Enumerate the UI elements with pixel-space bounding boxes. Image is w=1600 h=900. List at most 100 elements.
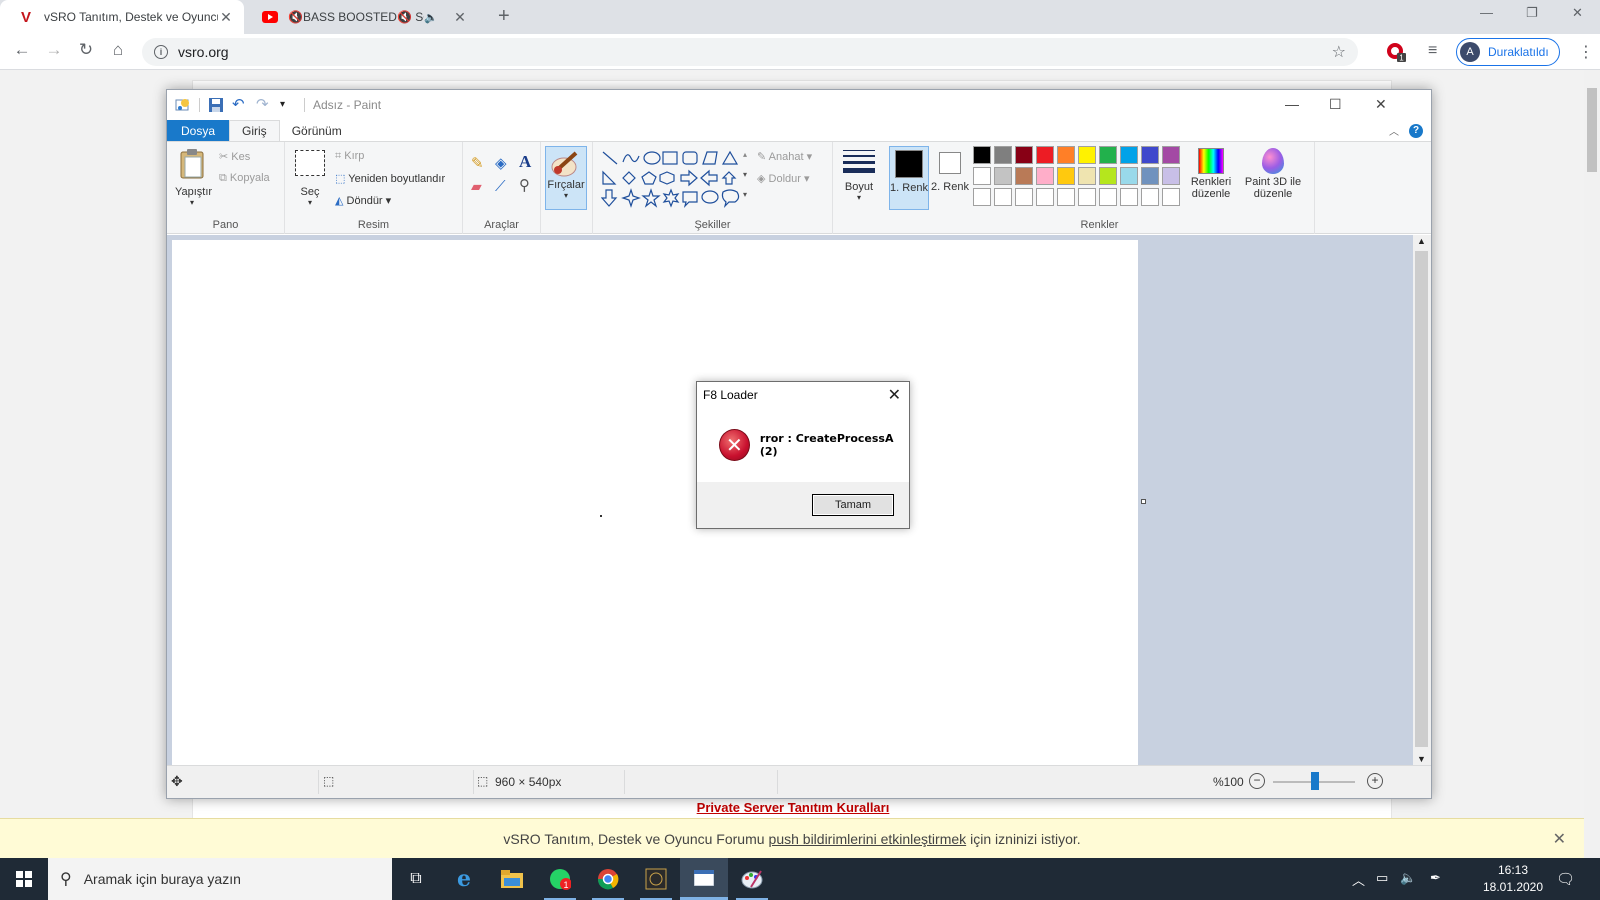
undo-icon[interactable]: ↶ <box>232 97 248 113</box>
new-tab-button[interactable]: + <box>498 6 510 26</box>
save-icon[interactable] <box>208 97 224 113</box>
custom-color-slot[interactable] <box>1141 188 1159 206</box>
game-launcher-icon[interactable] <box>632 858 680 900</box>
ok-button[interactable]: Tamam <box>812 494 894 516</box>
crop-button[interactable]: ⌗ Kırp <box>335 150 364 163</box>
network-icon[interactable]: ▭ <box>1376 870 1388 886</box>
maximize-icon[interactable]: ☐ <box>1329 96 1342 113</box>
bookmark-star-icon[interactable]: ☆ <box>1332 42 1346 62</box>
whatsapp-icon[interactable]: 1 <box>536 858 584 900</box>
notification-link[interactable]: push bildirimlerini etkinleştirmek <box>769 831 967 847</box>
chrome-icon[interactable] <box>584 858 632 900</box>
color-swatch[interactable] <box>1015 167 1033 185</box>
redo-icon[interactable]: ↷ <box>256 97 272 113</box>
resize-handle[interactable] <box>1141 499 1146 504</box>
shapes-gallery[interactable] <box>601 150 749 208</box>
color-swatch[interactable] <box>1141 167 1159 185</box>
pen-icon[interactable]: ✒ <box>1430 870 1441 886</box>
help-icon[interactable]: ? <box>1409 123 1423 138</box>
edit-colors-button[interactable]: Renkleri düzenle <box>1189 146 1233 200</box>
eraser-icon[interactable]: ▰ <box>471 178 482 195</box>
scrollbar-thumb[interactable] <box>1587 88 1597 172</box>
home-button[interactable]: ⌂ <box>106 40 130 60</box>
custom-color-slot[interactable] <box>1099 188 1117 206</box>
tab-view[interactable]: Görünüm <box>280 120 354 141</box>
color1-button[interactable]: 1. Renk <box>889 146 929 210</box>
text-tool-icon[interactable]: A <box>519 152 531 172</box>
volume-icon[interactable]: 🔈 <box>1400 870 1416 886</box>
minimize-icon[interactable]: — <box>1285 96 1299 112</box>
forward-button[interactable]: → <box>42 40 66 60</box>
scroll-down-icon[interactable]: ▾ <box>743 170 747 179</box>
color-swatch[interactable] <box>1120 167 1138 185</box>
pencil-icon[interactable]: ✎ <box>471 154 484 172</box>
browser-tab-youtube[interactable]: 🔇BASS BOOSTED🔇 SONGS 🔈 ✕ <box>244 0 478 34</box>
close-tab-icon[interactable]: ✕ <box>452 9 468 26</box>
edge-icon[interactable]: e <box>440 858 488 900</box>
rules-link[interactable]: Private Server Tanıtım Kuralları <box>200 800 1386 815</box>
page-scrollbar[interactable] <box>1584 70 1600 858</box>
brushes-button[interactable]: Fırçalar ▾ <box>545 146 587 210</box>
color-swatch[interactable] <box>994 146 1012 164</box>
browser-tab-vsro[interactable]: V vSRO Tanıtım, Destek ve Oyuncu ✕ <box>0 0 244 34</box>
collapse-ribbon-icon[interactable]: ︿ <box>1389 123 1399 138</box>
color-swatch[interactable] <box>994 167 1012 185</box>
minimize-icon[interactable]: — <box>1480 5 1493 20</box>
color-swatch[interactable] <box>1162 146 1180 164</box>
taskbar-search[interactable]: ⚲ Aramak için buraya yazın <box>48 858 392 900</box>
fill-button[interactable]: ◈ Doldur ▾ <box>757 172 810 185</box>
close-window-icon[interactable]: ✕ <box>1375 96 1387 113</box>
color-picker-icon[interactable]: ⟋ <box>495 178 506 195</box>
restore-icon[interactable]: ❐ <box>1526 5 1538 21</box>
custom-color-slot[interactable] <box>973 188 991 206</box>
custom-color-slot[interactable] <box>1057 188 1075 206</box>
color-swatch[interactable] <box>1120 146 1138 164</box>
paste-button[interactable]: Yapıştır ▾ <box>175 148 212 208</box>
cut-button[interactable]: ✂ Kes <box>219 150 250 163</box>
custom-color-slot[interactable] <box>1120 188 1138 206</box>
custom-color-slot[interactable] <box>1162 188 1180 206</box>
custom-color-slot[interactable] <box>1015 188 1033 206</box>
color-swatch[interactable] <box>1015 146 1033 164</box>
reload-button[interactable]: ↻ <box>74 40 98 60</box>
rotate-button[interactable]: ◭ Döndür ▾ <box>335 194 391 207</box>
copy-button[interactable]: ⧉ Kopyala <box>219 172 270 185</box>
scroll-up-icon[interactable]: ▲ <box>1417 236 1426 246</box>
magnifier-icon[interactable]: ⚲ <box>519 176 530 194</box>
scroll-down-icon[interactable]: ▼ <box>1417 754 1426 764</box>
custom-color-slot[interactable] <box>1036 188 1054 206</box>
tab-home[interactable]: Giriş <box>229 120 280 141</box>
close-window-icon[interactable]: ✕ <box>1572 5 1583 21</box>
custom-color-slot[interactable] <box>1078 188 1096 206</box>
close-tab-icon[interactable]: ✕ <box>218 9 234 26</box>
chevron-up-icon[interactable]: ︿ <box>1352 870 1365 889</box>
color2-button[interactable]: 2. Renk <box>931 146 969 210</box>
color-swatch[interactable] <box>1057 146 1075 164</box>
file-explorer-icon[interactable] <box>488 858 536 900</box>
color-swatch[interactable] <box>1078 167 1096 185</box>
info-icon[interactable]: i <box>154 45 168 59</box>
clock[interactable]: 16:13 18.01.2020 <box>1478 862 1548 896</box>
menu-kebab-icon[interactable]: ⋮ <box>1578 42 1594 62</box>
color-swatch[interactable] <box>1099 167 1117 185</box>
zoom-slider-thumb[interactable] <box>1311 772 1319 790</box>
tab-file[interactable]: Dosya <box>167 120 230 141</box>
fill-bucket-icon[interactable]: ◈ <box>495 154 507 172</box>
back-button[interactable]: ← <box>10 40 34 60</box>
color-swatch[interactable] <box>973 146 991 164</box>
drawing-canvas[interactable] <box>172 240 1138 765</box>
task-view-icon[interactable]: ⧉ <box>392 858 440 900</box>
close-icon[interactable]: ✕ <box>1553 829 1566 849</box>
zoom-out-icon[interactable]: − <box>1249 773 1265 789</box>
notifications-icon[interactable]: 🗨 <box>1556 870 1575 888</box>
address-bar[interactable]: i vsro.org ☆ <box>142 38 1358 66</box>
speaker-icon[interactable]: 🔈 <box>424 11 438 24</box>
start-button[interactable] <box>0 858 48 900</box>
expand-gallery-icon[interactable]: ▾ <box>743 190 747 199</box>
color-swatch[interactable] <box>973 167 991 185</box>
color-swatch[interactable] <box>1141 146 1159 164</box>
custom-color-slot[interactable] <box>994 188 1012 206</box>
paint-icon[interactable] <box>728 858 776 900</box>
media-control-icon[interactable]: ≡ <box>1428 42 1446 60</box>
canvas-scrollbar[interactable]: ▲ ▼ <box>1413 235 1431 765</box>
